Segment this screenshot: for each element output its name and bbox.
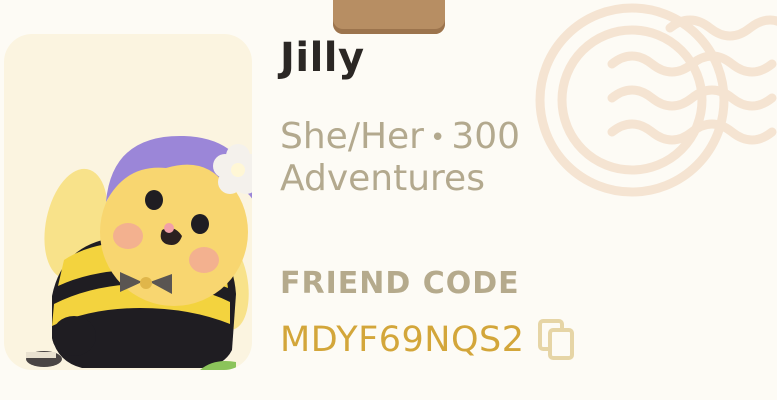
copy-icon: [537, 319, 574, 360]
adventures-label: Adventures: [280, 158, 485, 200]
profile-name: Jilly: [280, 35, 365, 81]
friend-code-label: FRIEND CODE: [280, 266, 520, 301]
bee-avatar-illustration: [26, 135, 252, 370]
friend-code-value: MDYF69NQS2: [280, 320, 525, 360]
pronouns-text: She/Her: [280, 116, 424, 157]
separator-dot: •: [429, 122, 446, 153]
friend-code-row: MDYF69NQS2: [280, 318, 577, 362]
profile-card: Jilly She/Her • 300 Adventures FRIEND CODE…: [0, 0, 777, 400]
profile-meta: She/Her • 300 Adventures: [280, 116, 610, 201]
adventure-count: 300: [451, 116, 521, 157]
avatar[interactable]: [4, 34, 252, 370]
card-tab-handle[interactable]: [333, 0, 445, 34]
copy-friend-code-button[interactable]: [537, 318, 577, 362]
